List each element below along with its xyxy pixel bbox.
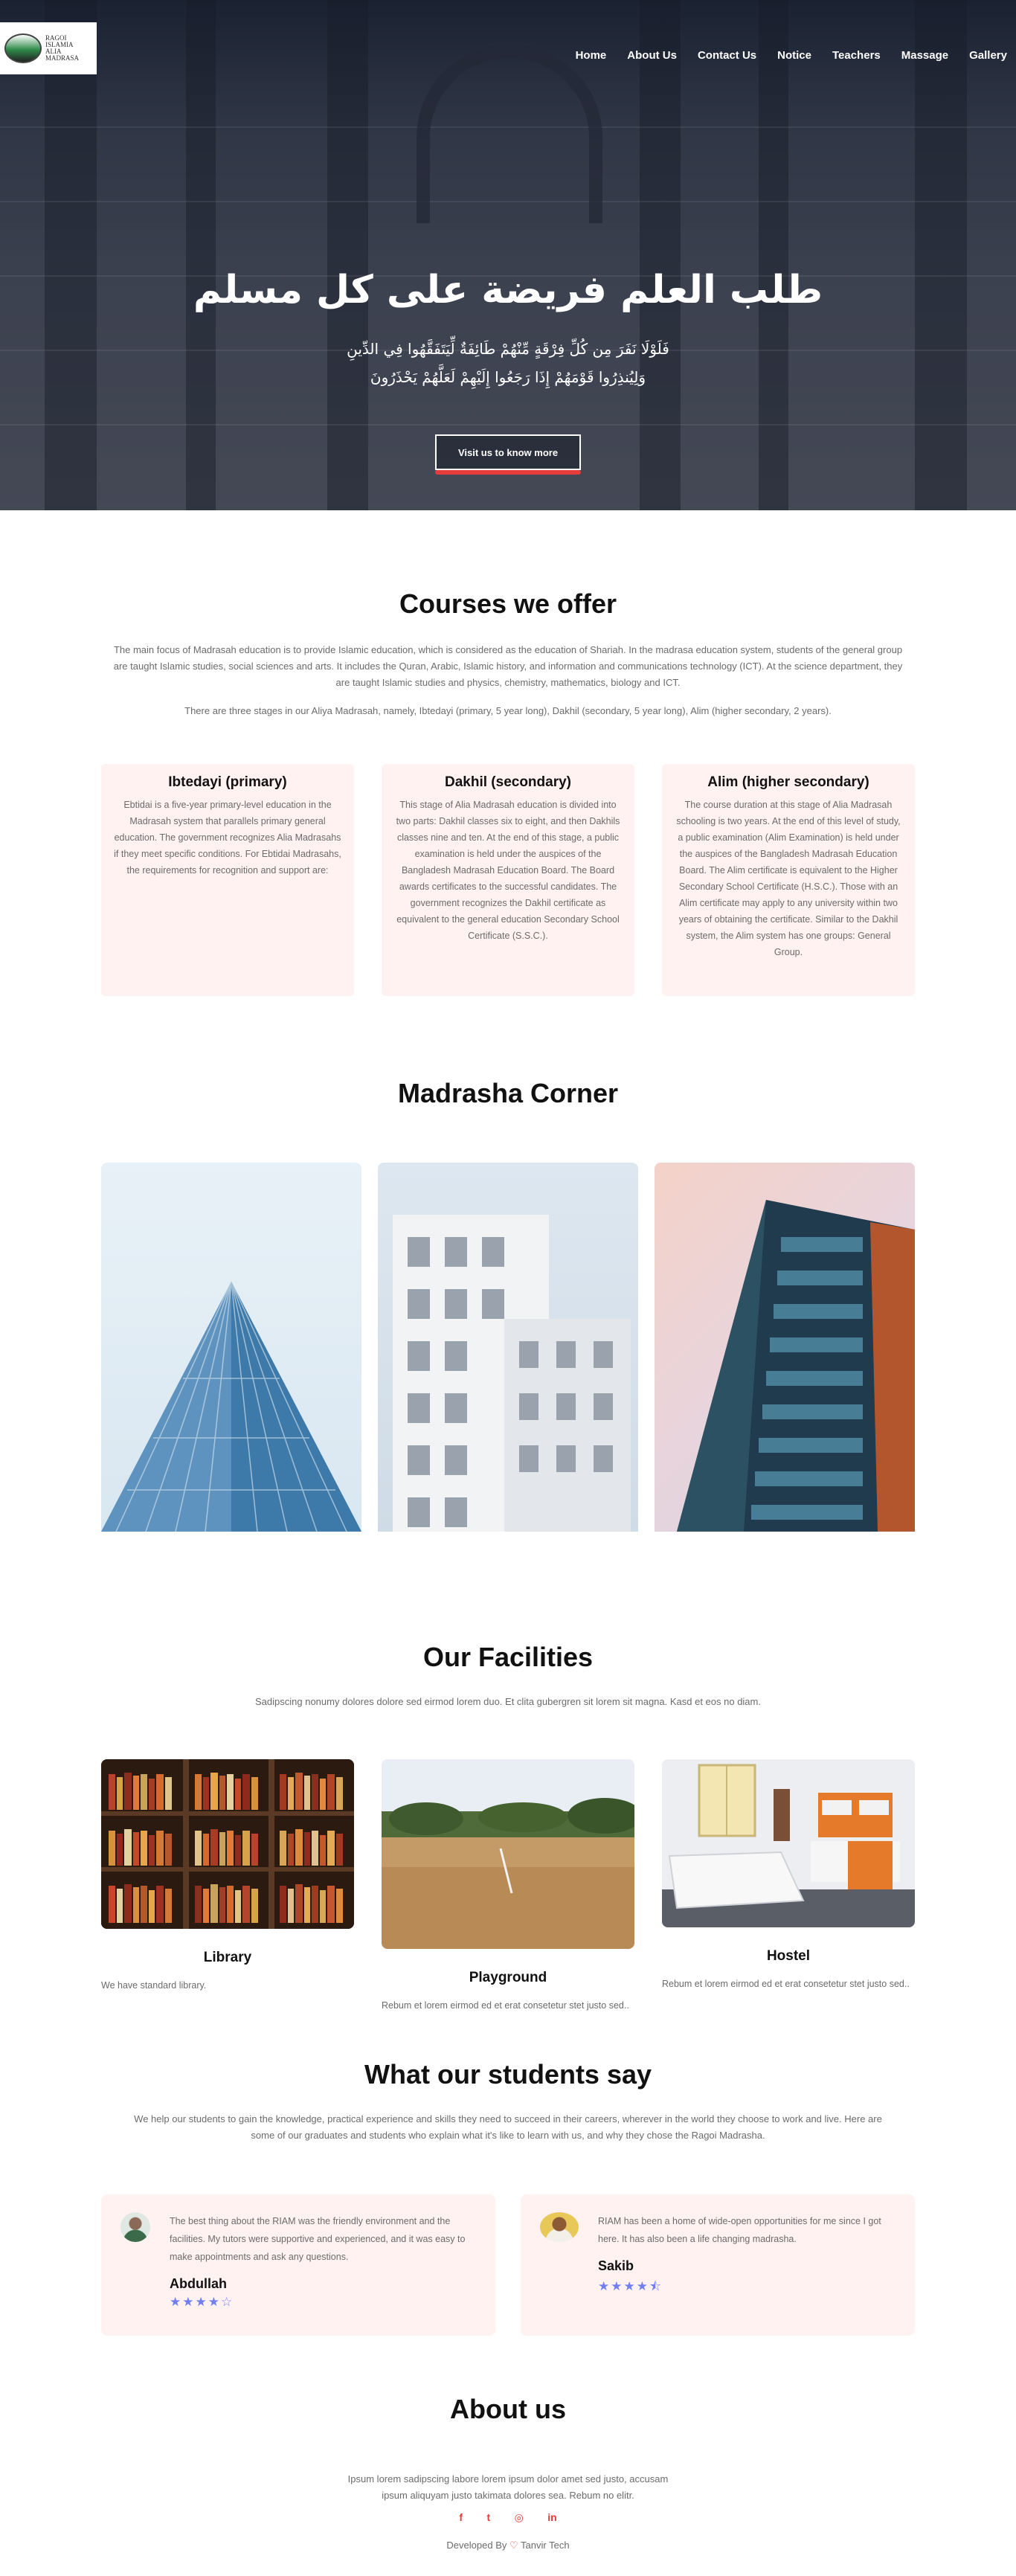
student-name: Abdullah [170,2276,227,2291]
nav-notice-link[interactable]: Notice [777,49,811,62]
course-card-title: Alim (higher secondary) [707,774,869,790]
developer-name[interactable]: Tanvir Tech [521,2540,570,2551]
course-card-title: Dakhil (secondary) [445,774,571,790]
facilities-title: Our Facilities [422,1642,594,1672]
heart-icon: ♡ [509,2540,518,2551]
hostel-image[interactable] [662,1759,915,1927]
course-card-alim: Alim (higher secondary) The course durat… [662,764,915,996]
twitter-icon[interactable]: t [486,2511,490,2523]
social-links: f t ◎ in [0,2511,1016,2525]
madrasa-logo[interactable]: RAGOI ISLAMIA ALIA MADRASA [0,22,97,74]
madrasha-corner-section: Madrasha Corner [0,996,1016,1532]
nav-gallery-link[interactable]: Gallery [969,49,1007,62]
facilities-grid: Library We have standard library. Playgr… [101,1759,915,2014]
student-name: Sakib [598,2258,634,2273]
facility-text: Rebum et lorem eirmod ed et erat consete… [382,2000,629,2011]
corner-title: Madrasha Corner [397,1078,619,1108]
testimonial-card: The best thing about the RIAM was the fr… [101,2194,495,2336]
about-section: About us Ipsum lorem sadipscing labore l… [0,2336,1016,2559]
nav-contact-link[interactable]: Contact Us [698,49,756,62]
testimonial-card: RIAM has been a home of wide-open opport… [521,2194,915,2336]
library-image[interactable] [101,1759,354,1929]
course-cards: Ibtedayi (primary) Ebtidai is a five-yea… [101,764,915,996]
nav-about-link[interactable]: About Us [627,49,677,62]
course-card-dakhil: Dakhil (secondary) This stage of Alia Ma… [382,764,634,996]
course-card-ibtedayi: Ibtedayi (primary) Ebtidai is a five-yea… [101,764,354,996]
facility-playground: Playground Rebum et lorem eirmod ed et e… [382,1759,634,2014]
hero-title: طلب العلم فريضة على كل مسلم [193,268,823,312]
courses-stages: There are three stages in our Aliya Madr… [184,705,832,716]
students-title: What our students say [364,2059,652,2090]
logo-emblem-icon [4,33,42,63]
student-avatar [540,2212,579,2242]
students-intro: We help our students to gain the knowled… [134,2113,882,2141]
courses-section: Courses we offer The main focus of Madra… [0,510,1016,996]
courses-title: Courses we offer [399,588,617,619]
instagram-icon[interactable]: ◎ [515,2511,524,2524]
testimonials: The best thing about the RIAM was the fr… [101,2194,915,2336]
logo-text: RAGOI ISLAMIA ALIA MADRASA [45,34,80,62]
facility-hostel: Hostel Rebum et lorem eirmod ed et erat … [662,1759,915,1993]
nav-massage-link[interactable]: Massage [901,49,948,62]
facilities-intro: Sadipscing nonumy dolores dolore sed eir… [255,1696,761,1707]
about-title: About us [450,2394,566,2424]
course-card-text: Ebtidai is a five-year primary-level edu… [114,800,341,876]
linkedin-icon[interactable]: in [547,2511,556,2523]
course-card-title: Ibtedayi (primary) [168,774,287,790]
courses-intro: The main focus of Madrasah education is … [113,644,903,688]
facility-text: We have standard library. [101,1980,207,1991]
hero-verse: فَلَوْلَا نَفَرَ مِن كُلِّ فِرْقَةٍ مِّن… [347,340,669,386]
rating-stars-icon: ★★★★⯪ [598,2279,663,2293]
course-card-text: This stage of Alia Madrasah education is… [396,800,620,941]
facility-text: Rebum et lorem eirmod ed et erat consete… [662,1979,910,1989]
students-section: What our students say We help our studen… [0,2014,1016,2336]
developer-credit: Developed By ♡ Tanvir Tech [446,2540,570,2551]
facility-title: Hostel [766,1948,811,1964]
facebook-icon[interactable]: f [459,2511,463,2523]
facility-library: Library We have standard library. [101,1759,354,1994]
playground-image[interactable] [382,1759,634,1949]
main-nav: RAGOI ISLAMIA ALIA MADRASA Home About Us… [0,22,1016,74]
testimonial-quote: RIAM has been a home of wide-open opport… [598,2216,881,2244]
hero-section: RAGOI ISLAMIA ALIA MADRASA Home About Us… [0,0,1016,510]
facility-title: Playground [469,1970,547,1985]
testimonial-quote: The best thing about the RIAM was the fr… [170,2216,466,2262]
nav-teachers-link[interactable]: Teachers [832,49,881,62]
student-avatar [120,2212,150,2242]
about-text: Ipsum lorem sadipscing labore lorem ipsu… [347,2473,669,2501]
visit-us-button[interactable]: Visit us to know more [435,434,581,475]
nav-menu: Home About Us Contact Us Notice Teachers… [555,49,1007,62]
hero-content: طلب العلم فريضة على كل مسلم فَلَوْلَا نَ… [0,268,1016,475]
corner-image-glass-pyramid[interactable] [101,1163,361,1532]
nav-home-link[interactable]: Home [576,49,607,62]
course-card-text: The course duration at this stage of Ali… [676,800,901,957]
corner-image-white-building[interactable] [378,1163,638,1532]
rating-stars-icon: ★★★★☆ [170,2295,234,2309]
facilities-section: Our Facilities Sadipscing nonumy dolores… [0,1532,1016,2014]
facility-title: Library [203,1950,252,1965]
corner-image-glass-tower[interactable] [655,1163,915,1532]
corner-gallery [101,1163,915,1532]
